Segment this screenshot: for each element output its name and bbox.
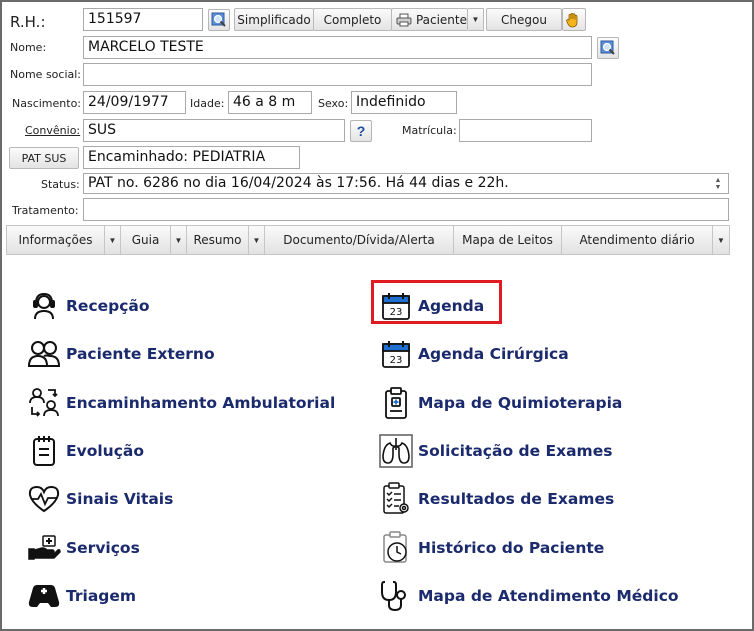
menu-solicitacao-de-exames[interactable]: Solicitação de Exames [378,434,612,468]
hand-service-icon [26,531,62,565]
tab-informacoes-caret[interactable]: ▼ [105,226,121,254]
calendar-day-text: 23 [390,307,403,318]
menu-resultados-de-exames[interactable]: Resultados de Exames [378,482,614,516]
hand-icon [566,12,578,27]
paciente-dropdown-caret[interactable]: ▼ [468,8,484,31]
sexo-label: Sexo: [318,97,349,110]
menu-encaminhamento-ambulatorial[interactable]: Encaminhamento Ambulatorial [26,386,335,420]
rh-search-button[interactable] [208,9,230,31]
heartbeat-icon [26,482,62,516]
nome-search-button[interactable] [597,37,619,59]
paciente-button[interactable]: Paciente [391,8,468,31]
paciente-button-label: Paciente [415,12,467,27]
triage-icon [26,579,62,613]
notes-icon [26,434,62,468]
simplificado-button[interactable]: Simplificado [234,8,314,31]
tab-resumo[interactable]: Resumo [187,226,249,254]
checklist-icon [378,482,414,516]
nome-social-label: Nome social: [10,68,82,81]
nome-label: Nome: [10,41,47,54]
status-field: PAT no. 6286 no dia 16/04/2024 às 17:56.… [83,173,729,194]
menu-servicos-label: Serviços [66,539,140,557]
tab-guia[interactable]: Guia [121,226,171,254]
menu-mapa-de-quimioterapia[interactable]: Mapa de Quimioterapia [378,386,622,420]
menu-evolucao[interactable]: Evolução [26,434,144,468]
menu-agenda-cirurgica-label: Agenda Cirúrgica [418,345,569,363]
menu-solicitacao-de-exames-label: Solicitação de Exames [418,442,613,460]
clipboard-medical-icon [378,386,414,420]
nome-social-input[interactable] [83,63,592,86]
sexo-select[interactable]: Indefinido [351,91,457,114]
menu-recepcao-label: Recepção [66,297,150,315]
history-icon [378,531,414,565]
menu-historico-do-paciente-label: Histórico do Paciente [418,539,605,557]
menu-triagem-label: Triagem [66,587,137,605]
menu-agenda-cirurgica[interactable]: 23 Agenda Cirúrgica [378,337,569,371]
users-icon [26,337,62,371]
headset-icon [26,289,62,323]
status-label: Status: [41,178,80,191]
rh-input[interactable]: 151597 [83,8,203,31]
action-tab-bar: Informações ▼ Guia ▼ Resumo ▼ Documento/… [6,225,730,255]
idade-label: Idade: [190,97,225,110]
menu-agenda-label: Agenda [418,297,485,315]
tratamento-input[interactable] [83,198,729,221]
chegou-button[interactable]: Chegou [486,8,562,31]
menu-triagem[interactable]: Triagem [26,579,136,613]
search-icon [211,12,226,27]
stethoscope-icon [378,579,414,613]
calendar-icon: 23 [378,337,414,371]
menu-resultados-de-exames-label: Resultados de Exames [418,490,615,508]
nascimento-label: Nascimento: [12,97,82,110]
status-scroll-arrows[interactable]: ▲ ▼ [708,175,728,193]
convenio-input[interactable]: SUS [83,119,345,142]
tab-guia-caret[interactable]: ▼ [171,226,187,254]
completo-button[interactable]: Completo [313,8,392,31]
nascimento-input[interactable]: 24/09/1977 [83,91,186,114]
search-icon [600,40,615,55]
tab-documento-divida-alerta[interactable]: Documento/Dívida/Alerta [265,226,454,254]
calendar-icon: 23 [378,289,414,323]
tratamento-label: Tratamento: [12,204,79,217]
chegou-hand-button[interactable] [562,8,586,31]
nome-input[interactable]: MARCELO TESTE [83,36,592,59]
tab-resumo-caret[interactable]: ▼ [249,226,265,254]
menu-historico-do-paciente[interactable]: Histórico do Paciente [378,531,604,565]
matricula-label: Matrícula: [402,124,457,137]
matricula-input[interactable] [459,119,592,142]
pat-sus-button[interactable]: PAT SUS [9,147,79,169]
menu-evolucao-label: Evolução [66,442,144,460]
menu-encaminhamento-ambulatorial-label: Encaminhamento Ambulatorial [66,394,336,412]
tab-informacoes[interactable]: Informações [7,226,105,254]
menu-mapa-de-atendimento-medico[interactable]: Mapa de Atendimento Médico [378,579,679,613]
tab-atendimento-diario-caret[interactable]: ▼ [713,226,729,254]
pat-sus-input: Encaminhado: PEDIATRIA [83,146,300,169]
menu-mapa-de-atendimento-medico-label: Mapa de Atendimento Médico [418,587,679,605]
lungs-icon [378,434,414,468]
menu-servicos[interactable]: Serviços [26,531,140,565]
menu-sinais-vitais-label: Sinais Vitais [66,490,174,508]
menu-paciente-externo-label: Paciente Externo [66,345,215,363]
convenio-link[interactable]: Convênio: [25,124,80,137]
menu-paciente-externo[interactable]: Paciente Externo [26,337,215,371]
menu-mapa-de-quimioterapia-label: Mapa de Quimioterapia [418,394,623,412]
idade-input: 46 a 8 m [228,91,312,114]
tab-atendimento-diario[interactable]: Atendimento diário [562,226,713,254]
rh-label: R.H.: [10,13,46,31]
tab-mapa-de-leitos[interactable]: Mapa de Leitos [454,226,562,254]
calendar-day-text: 23 [390,355,403,366]
referral-icon [26,386,62,420]
convenio-help-button[interactable]: ? [350,120,372,142]
menu-recepcao[interactable]: Recepção [26,289,150,323]
menu-sinais-vitais[interactable]: Sinais Vitais [26,482,173,516]
printer-icon [396,13,412,26]
menu-agenda[interactable]: 23 Agenda [378,289,484,323]
